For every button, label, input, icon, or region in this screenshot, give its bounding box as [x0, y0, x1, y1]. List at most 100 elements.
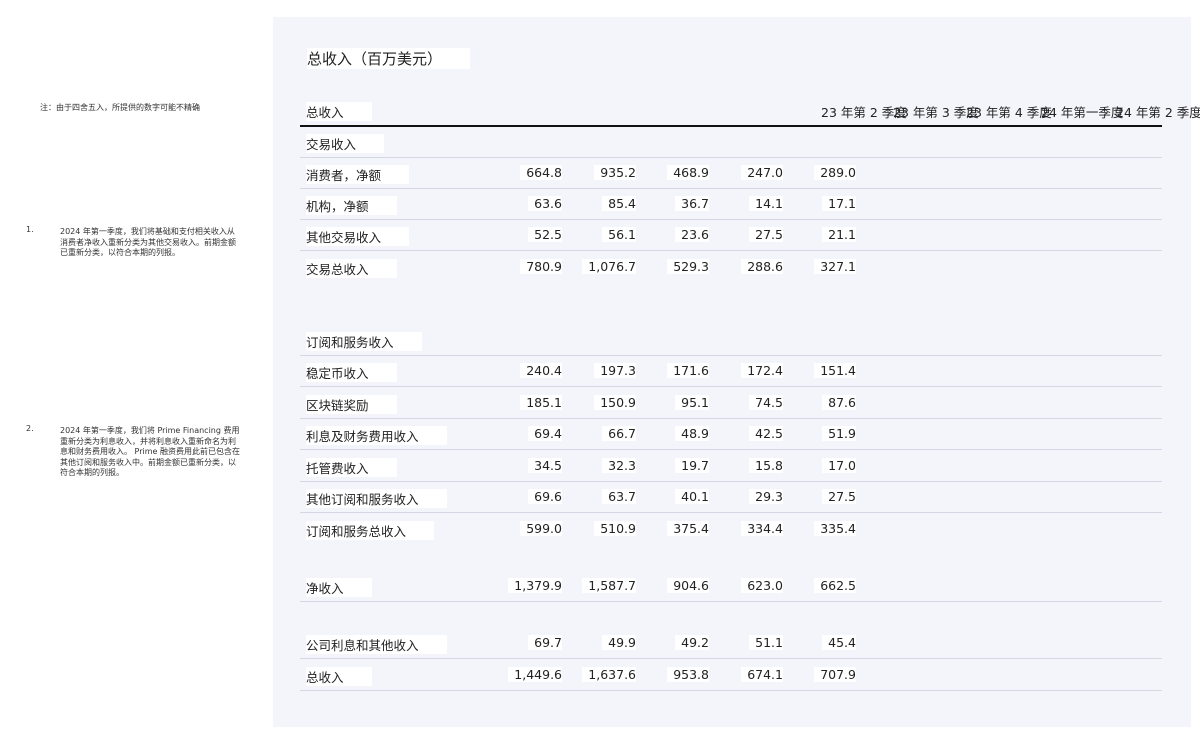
value-cell: 151.4	[814, 363, 856, 378]
table-row: 订阅和服务收入	[300, 324, 1162, 356]
value-cell: 289.0	[814, 165, 856, 180]
value-cell: 17.1	[822, 196, 856, 211]
table-row: 利息及财务费用收入 51.9 42.5 48.9 66.7 69.4	[300, 418, 1162, 450]
value-cell: 780.9	[520, 259, 562, 274]
table-row: 其他交易收入 21.1 27.5 23.6 56.1 52.5	[300, 219, 1162, 251]
value-cell: 664.8	[520, 165, 562, 180]
row-label: 公司利息和其他收入	[306, 635, 447, 654]
value-cell: 49.9	[602, 635, 636, 650]
value-cell: 1,587.7	[582, 578, 636, 593]
value-cell: 69.4	[528, 426, 562, 441]
value-cell: 85.4	[602, 196, 636, 211]
value-cell: 510.9	[594, 521, 636, 536]
value-cell: 27.5	[822, 489, 856, 504]
value-cell: 45.4	[822, 635, 856, 650]
value-cell: 32.3	[602, 458, 636, 473]
value-cell: 599.0	[520, 521, 562, 536]
row-label: 订阅和服务总收入	[306, 521, 435, 540]
value-cell: 66.7	[602, 426, 636, 441]
table-row: 公司利息和其他收入 45.4 51.1 49.2 49.9 69.7	[300, 627, 1162, 659]
row-label: 消费者，净额	[306, 165, 410, 184]
rounding-note: 注：由于四舍五入，所提供的数字可能不精确	[40, 103, 200, 112]
value-cell: 1,449.6	[508, 667, 562, 682]
footnote-text: 2024 年第一季度，我们将 Prime Financing 费用重新分类为利息…	[60, 426, 240, 477]
table-row: 交易收入	[300, 126, 1162, 158]
value-cell: 15.8	[749, 458, 783, 473]
table-row: 机构，净额 17.1 14.1 36.7 85.4 63.6	[300, 188, 1162, 220]
value-cell: 904.6	[667, 578, 709, 593]
value-cell: 52.5	[528, 227, 562, 242]
revenue-panel: 总收入（百万美元） 总收入 23 年第 2 季度 23 年第 3 季度 23 年…	[273, 17, 1200, 727]
value-cell: 375.4	[667, 521, 709, 536]
value-cell: 48.9	[675, 426, 709, 441]
value-cell: 172.4	[741, 363, 783, 378]
column-header: 23 年第 4 季度	[966, 105, 1052, 120]
value-cell: 42.5	[749, 426, 783, 441]
value-cell: 27.5	[749, 227, 783, 242]
table-row: 托管费收入 17.0 15.8 19.7 32.3 34.5	[300, 450, 1162, 482]
value-cell: 935.2	[594, 165, 636, 180]
value-cell: 953.8	[667, 667, 709, 682]
footnote-number: 2.	[26, 424, 34, 433]
table-row: 订阅和服务总收入 335.4 334.4 375.4 510.9 599.0	[300, 513, 1162, 544]
footnote-number: 1.	[26, 225, 34, 234]
value-cell: 1,379.9	[508, 578, 562, 593]
row-label: 区块链奖励	[306, 395, 397, 414]
table-row: 交易总收入 327.1 288.6 529.3 1,076.7 780.9	[300, 251, 1162, 282]
value-cell: 14.1	[749, 196, 783, 211]
value-cell: 74.5	[749, 395, 783, 410]
value-cell: 95.1	[675, 395, 709, 410]
row-label: 其他交易收入	[306, 227, 410, 246]
row-label: 稳定币收入	[306, 363, 397, 382]
table-row: 消费者，净额 289.0 247.0 468.9 935.2 664.8	[300, 157, 1162, 189]
table-row: 其他订阅和服务收入 27.5 29.3 40.1 63.7 69.6	[300, 481, 1162, 513]
value-cell: 674.1	[741, 667, 783, 682]
value-cell: 23.6	[675, 227, 709, 242]
value-cell: 197.3	[594, 363, 636, 378]
row-label: 交易收入	[306, 134, 385, 153]
value-cell: 335.4	[814, 521, 856, 536]
row-label: 利息及财务费用收入	[306, 426, 447, 445]
row-label: 总收入	[306, 667, 372, 686]
column-header: 24 年第一季度	[1041, 105, 1124, 120]
column-header: 24 年第 2 季度	[1116, 105, 1200, 120]
value-cell: 247.0	[741, 165, 783, 180]
row-label: 订阅和服务收入	[306, 332, 422, 351]
value-cell: 34.5	[528, 458, 562, 473]
value-cell: 529.3	[667, 259, 709, 274]
value-cell: 240.4	[520, 363, 562, 378]
row-label: 交易总收入	[306, 259, 397, 278]
value-cell: 87.6	[822, 395, 856, 410]
value-cell: 662.5	[814, 578, 856, 593]
row-label: 机构，净额	[306, 196, 397, 215]
value-cell: 49.2	[675, 635, 709, 650]
table-row: 净收入 662.5 623.0 904.6 1,587.7 1,379.9	[300, 570, 1162, 602]
notes-column: 注：由于四舍五入，所提供的数字可能不精确 1. 2024 年第一季度，我们将基础…	[0, 0, 260, 752]
table-row: 稳定币收入 151.4 172.4 171.6 197.3 240.4	[300, 355, 1162, 387]
value-cell: 21.1	[822, 227, 856, 242]
value-cell: 17.0	[822, 458, 856, 473]
value-cell: 707.9	[814, 667, 856, 682]
value-cell: 185.1	[520, 395, 562, 410]
value-cell: 63.6	[528, 196, 562, 211]
value-cell: 1,637.6	[582, 667, 636, 682]
header-label: 总收入	[306, 102, 372, 121]
footnote-text: 2024 年第一季度，我们将基础和支付相关收入从消费者净收入重新分类为其他交易收…	[60, 227, 236, 257]
value-cell: 51.9	[822, 426, 856, 441]
value-cell: 623.0	[741, 578, 783, 593]
value-cell: 63.7	[602, 489, 636, 504]
panel-title: 总收入（百万美元）	[307, 48, 471, 69]
page: 注：由于四舍五入，所提供的数字可能不精确 1. 2024 年第一季度，我们将基础…	[0, 0, 1200, 752]
value-cell: 69.6	[528, 489, 562, 504]
value-cell: 36.7	[675, 196, 709, 211]
table-row: 区块链奖励 87.6 74.5 95.1 150.9 185.1	[300, 387, 1162, 419]
value-cell: 29.3	[749, 489, 783, 504]
value-cell: 288.6	[741, 259, 783, 274]
value-cell: 19.7	[675, 458, 709, 473]
value-cell: 468.9	[667, 165, 709, 180]
value-cell: 56.1	[602, 227, 636, 242]
table-header-row: 总收入 23 年第 2 季度 23 年第 3 季度 23 年第 4 季度 24 …	[300, 94, 1200, 127]
row-label: 托管费收入	[306, 458, 397, 477]
value-cell: 327.1	[814, 259, 856, 274]
value-cell: 51.1	[749, 635, 783, 650]
